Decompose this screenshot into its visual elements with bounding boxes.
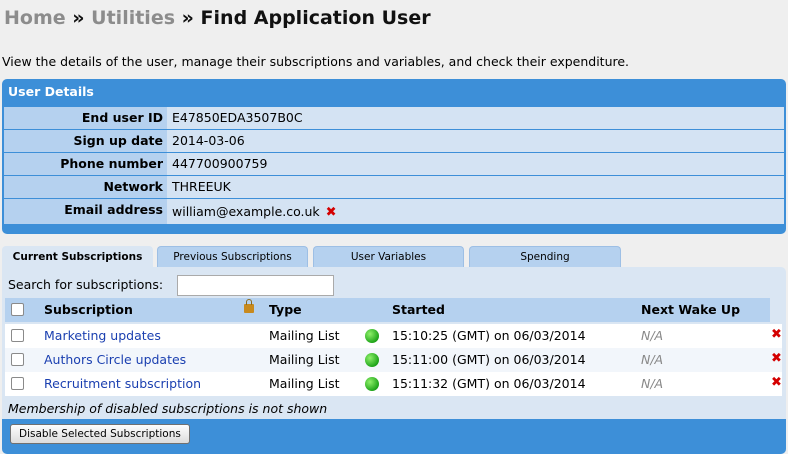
subscription-started: 15:11:00 (GMT) on 06/03/2014 (392, 352, 586, 367)
subscription-type: Mailing List (269, 328, 340, 343)
remove-subscription-x-icon[interactable]: ✖ (771, 328, 782, 342)
table-row: Authors Circle updates Mailing List 15:1… (5, 348, 782, 372)
subscription-search-input[interactable] (177, 275, 334, 296)
active-status-green-dot-icon (365, 353, 379, 367)
detail-label: End user ID (4, 107, 167, 129)
subscription-link[interactable]: Recruitment subscription (44, 372, 201, 396)
tab-user-variables[interactable]: User Variables (313, 246, 464, 267)
subscription-type: Mailing List (269, 376, 340, 391)
subscription-started: 15:11:32 (GMT) on 06/03/2014 (392, 376, 586, 391)
breadcrumb-separator: » (72, 7, 85, 29)
user-details-title: User Details (8, 84, 94, 99)
detail-value: 447700900759 (172, 156, 268, 171)
email-value: william@example.co.uk (172, 204, 320, 219)
page-intro: View the details of the user, manage the… (2, 54, 630, 69)
remove-subscription-x-icon[interactable]: ✖ (771, 376, 782, 390)
column-header-type[interactable]: Type (269, 298, 302, 322)
table-row: Marketing updates Mailing List 15:10:25 … (5, 324, 782, 348)
tab-spending[interactable]: Spending (469, 246, 621, 267)
remove-subscription-x-icon[interactable]: ✖ (771, 352, 782, 366)
detail-label: Phone number (4, 153, 167, 175)
breadcrumb-separator: » (181, 7, 194, 29)
disabled-subscriptions-note: Membership of disabled subscriptions is … (8, 401, 328, 416)
row-checkbox[interactable] (11, 329, 24, 342)
detail-row-network: Network THREEUK (4, 176, 784, 198)
page-title: Find Application User (200, 7, 431, 29)
column-header-next-wake-up[interactable]: Next Wake Up (641, 298, 740, 322)
row-checkbox[interactable] (11, 377, 24, 390)
tab-current-subscriptions[interactable]: Current Subscriptions (2, 246, 153, 268)
subscription-started: 15:10:25 (GMT) on 06/03/2014 (392, 328, 586, 343)
subscription-link[interactable]: Authors Circle updates (44, 348, 186, 372)
lock-icon (244, 299, 254, 313)
subscription-link[interactable]: Marketing updates (44, 324, 161, 348)
subscriptions-panel: Search for subscriptions: Subscription T… (2, 267, 786, 454)
detail-value: 2014-03-06 (172, 133, 245, 148)
column-header-subscription[interactable]: Subscription (44, 298, 133, 322)
detail-row-phone-number: Phone number 447700900759 (4, 153, 784, 175)
subscriptions-footer-bar: Disable Selected Subscriptions (2, 419, 786, 454)
detail-label: Sign up date (4, 130, 167, 152)
breadcrumb-utilities-link[interactable]: Utilities (91, 7, 175, 29)
select-all-checkbox[interactable] (11, 303, 24, 316)
breadcrumb: Home » Utilities » Find Application User (4, 6, 431, 30)
detail-value: THREEUK (172, 179, 231, 194)
detail-label: Email address (4, 199, 167, 224)
detail-row-sign-up-date: Sign up date 2014-03-06 (4, 130, 784, 152)
table-row: Recruitment subscription Mailing List 15… (5, 372, 782, 396)
disable-selected-subscriptions-button[interactable]: Disable Selected Subscriptions (10, 424, 190, 444)
user-details-panel: User Details End user ID E47850EDA3507B0… (2, 79, 786, 234)
column-header-started[interactable]: Started (392, 298, 445, 322)
detail-label: Network (4, 176, 167, 198)
tab-previous-subscriptions[interactable]: Previous Subscriptions (157, 246, 308, 267)
remove-email-x-icon[interactable]: ✖ (326, 202, 337, 224)
subscriptions-table-header: Subscription Type Started Next Wake Up (5, 298, 770, 322)
subscription-type: Mailing List (269, 352, 340, 367)
subscription-next-wake-up: N/A (641, 328, 664, 343)
detail-row-end-user-id: End user ID E47850EDA3507B0C (4, 107, 784, 129)
detail-value: E47850EDA3507B0C (172, 110, 303, 125)
detail-row-email-address: Email address william@example.co.uk ✖ (4, 199, 784, 224)
active-status-green-dot-icon (365, 329, 379, 343)
detail-value: william@example.co.uk ✖ (172, 201, 337, 223)
active-status-green-dot-icon (365, 377, 379, 391)
breadcrumb-home-link[interactable]: Home (4, 7, 66, 29)
subscription-next-wake-up: N/A (641, 376, 664, 391)
search-label: Search for subscriptions: (8, 277, 164, 292)
row-checkbox[interactable] (11, 353, 24, 366)
subscription-next-wake-up: N/A (641, 352, 664, 367)
